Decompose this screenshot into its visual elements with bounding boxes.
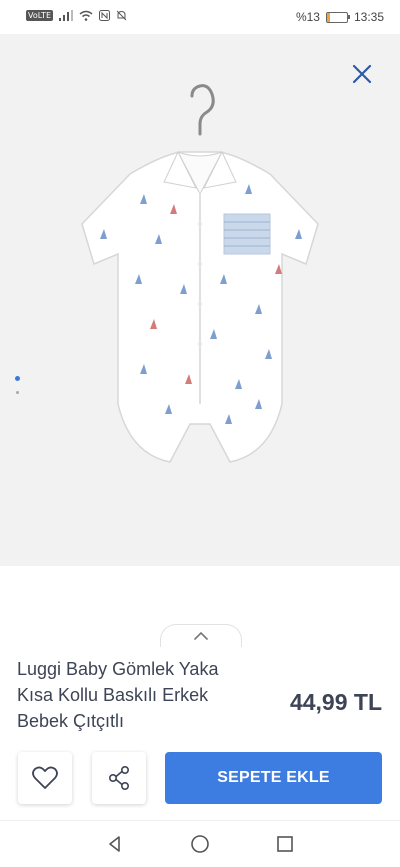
status-right-group: %13 13:35 xyxy=(296,10,384,24)
chevron-up-icon xyxy=(194,631,208,640)
product-price: 44,99 TL xyxy=(289,689,382,715)
nfc-icon xyxy=(99,10,111,21)
battery-icon xyxy=(325,11,350,23)
battery-percent: %13 xyxy=(295,10,320,24)
wifi-icon xyxy=(79,10,93,21)
action-bar: SEPETE EKLE xyxy=(0,750,400,806)
system-navigation-bar xyxy=(0,820,400,867)
volte-badge: VoLTE xyxy=(26,10,54,21)
favorite-button[interactable] xyxy=(18,752,72,804)
close-icon[interactable] xyxy=(350,62,374,86)
heart-icon xyxy=(32,766,58,789)
product-title: Luggi Baby Gömlek Yaka Kısa Kollu Baskıl… xyxy=(17,659,219,731)
gallery-pagination xyxy=(15,376,20,404)
status-left-group: VoLTE xyxy=(26,10,127,21)
gallery-dot-active[interactable] xyxy=(15,376,20,381)
status-time: 13:35 xyxy=(353,10,384,24)
share-icon xyxy=(108,765,130,790)
mute-icon xyxy=(116,10,127,21)
share-button[interactable] xyxy=(92,752,146,804)
product-image-gallery[interactable] xyxy=(0,34,400,566)
details-expand-handle[interactable] xyxy=(160,624,242,647)
home-icon[interactable] xyxy=(189,833,211,855)
back-icon[interactable] xyxy=(104,833,126,855)
recents-icon[interactable] xyxy=(274,833,296,855)
status-bar: VoLTE %13 13:35 xyxy=(0,0,400,34)
battery-fill xyxy=(326,12,330,22)
product-image xyxy=(81,84,319,463)
gallery-dot[interactable] xyxy=(16,391,19,394)
signal-icon xyxy=(59,10,74,21)
add-to-cart-button[interactable]: SEPETE EKLE xyxy=(165,752,382,804)
